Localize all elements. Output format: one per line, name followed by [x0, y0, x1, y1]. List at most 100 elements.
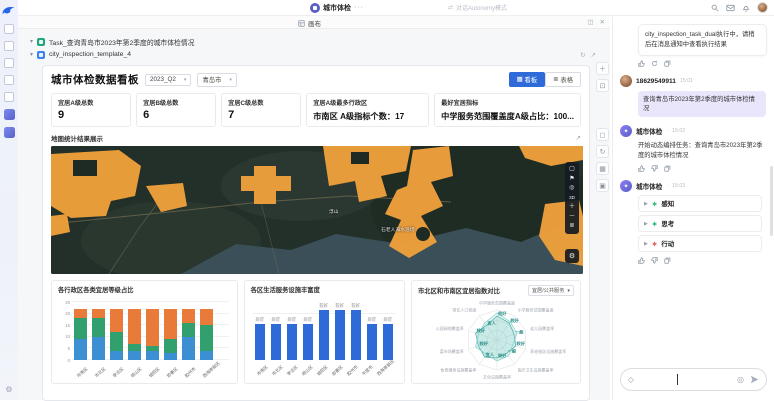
stat-value: 6 — [143, 109, 209, 121]
svg-text:菜市场覆盖率: 菜市场覆盖率 — [440, 348, 464, 354]
collapse-caret-icon[interactable]: ▾ — [30, 38, 33, 45]
expand-icon[interactable]: ↗ — [591, 51, 596, 59]
thumbs-up-icon[interactable] — [638, 257, 645, 264]
bot-badge-icon: ◦ — [666, 128, 668, 134]
chat-panel: city_inspection_task_dual执行中，请稍后在消息通知中查看… — [612, 16, 774, 400]
regenerate-icon[interactable] — [651, 60, 658, 67]
user-name: 18629549911 — [636, 78, 676, 85]
search-icon[interactable] — [711, 4, 719, 12]
split-view-icon[interactable]: ◫ — [587, 18, 593, 26]
svg-text:常住人口密度: 常住人口密度 — [452, 307, 476, 313]
send-icon[interactable] — [750, 375, 759, 384]
deep-think-icon[interactable]: ◎ — [737, 375, 744, 384]
map-expand-icon[interactable]: ↗ — [576, 134, 581, 142]
pinned-app-icon-2[interactable] — [4, 127, 15, 138]
thumbs-down-icon[interactable] — [651, 165, 658, 172]
canvas-icon — [298, 20, 305, 27]
pinned-app-icon-1[interactable] — [4, 109, 15, 120]
mail-icon[interactable] — [726, 4, 735, 12]
tab-canvas[interactable]: 画布 — [298, 18, 321, 28]
step-act[interactable]: ▶ ∗ 行动 — [638, 235, 762, 252]
map-place-label: 浮山 — [329, 208, 339, 215]
dashboard-title: 城市体检数据看板 — [51, 72, 139, 87]
chat-input[interactable]: ◇ ◎ — [620, 368, 767, 391]
svg-text:一般: 一般 — [515, 328, 524, 335]
tab-bar-actions: ◫ ✕ — [587, 18, 605, 26]
layers-icon[interactable]: ≣ — [569, 223, 574, 230]
board-view-button[interactable]: ▦ 看板 — [509, 72, 546, 87]
radar-filter-value: 宜居/公共服务 — [532, 287, 565, 294]
swap-icon: ⇄ — [448, 4, 453, 11]
canvas-fit-button[interactable]: ⊡ — [596, 79, 609, 92]
refresh-icon[interactable]: ↻ — [596, 145, 609, 158]
bell-icon[interactable] — [742, 4, 750, 12]
thumbs-up-icon[interactable] — [638, 60, 645, 67]
city-select[interactable]: 青岛市 ▾ — [197, 73, 236, 87]
3d-toggle-icon[interactable]: 3D — [569, 195, 575, 202]
radar-filter-select[interactable]: 宜居/公共服务 ▾ — [528, 285, 574, 296]
sparkle-icon: ∗ — [652, 240, 657, 248]
period-select[interactable]: 2023_Q2 ▾ — [145, 74, 191, 86]
template-icon — [37, 51, 45, 59]
stat-label: 宜居B级总数 — [143, 98, 209, 107]
stacked-bar-chart-panel: 各行政区各类宜居等级占比 0510152025 市南区市北区李沧区崂山区城阳区即… — [51, 280, 238, 384]
bar-plot: 尚可尚可尚可尚可较好较好较好尚可尚可 — [251, 302, 398, 360]
fullscreen-icon[interactable]: ▢ — [569, 166, 575, 173]
attachment-icon[interactable]: ◇ — [628, 375, 634, 384]
header-actions — [711, 2, 768, 13]
task-tree-row[interactable]: ▾ Task_查询青岛市2023年第2季度的城市体检情况 — [30, 35, 600, 48]
canvas-zoom-in-button[interactable]: ＋ — [596, 62, 609, 75]
user-avatar[interactable] — [757, 2, 768, 13]
board-icon: ▦ — [517, 76, 523, 83]
copy-icon[interactable] — [664, 165, 671, 172]
satellite-map — [51, 146, 583, 274]
sidebar-item-agents-icon[interactable] — [4, 41, 14, 51]
sidebar-item-knowledge-icon[interactable] — [4, 58, 14, 68]
collapse-caret-icon[interactable]: ▾ — [30, 51, 33, 58]
app-title-group: 城市体检 ··· — [310, 3, 364, 13]
period-value: 2023_Q2 — [150, 76, 176, 83]
mode-switch[interactable]: ⇄ 对话Autonomy模式 — [448, 3, 507, 12]
user-message-bubble: 查询青岛市2023年第2季度的城市体检情况 — [638, 91, 766, 117]
svg-text:一般: 一般 — [508, 347, 517, 354]
x-axis-labels: 市南区市北区李沧区崂山区城阳区即墨区胶州市西海岸新区 — [74, 362, 231, 378]
bot-message-header: ✦ 城市体检 ◦ 15:03 — [620, 180, 767, 192]
table-icon: ≣ — [553, 76, 558, 83]
simulator-icon[interactable]: ▣ — [596, 179, 609, 192]
stat-value: 市南区 A级指标个数：17 — [313, 110, 422, 122]
sidebar-item-home-icon[interactable] — [4, 24, 14, 34]
table-view-button[interactable]: ≣ 表格 — [545, 72, 581, 87]
locate-icon[interactable]: ◎ — [569, 185, 574, 192]
canvas-view-icon[interactable]: ▦ — [596, 162, 609, 175]
zoom-out-icon[interactable]: － — [569, 214, 575, 221]
thumbs-down-icon[interactable] — [651, 257, 658, 264]
chat-history-icon[interactable]: ◻ — [596, 128, 609, 141]
step-perceive[interactable]: ▶ ∗ 感知 — [638, 195, 762, 212]
stat-label: 宜居C级总数 — [228, 98, 294, 107]
sidebar-item-people-icon[interactable] — [4, 75, 14, 85]
stat-card: 宜居A级最多行政区 市南区 A级指标个数：17 — [306, 93, 429, 127]
sidebar-item-apps-icon[interactable] — [4, 92, 14, 102]
close-tab-icon[interactable]: ✕ — [600, 18, 605, 26]
canvas-area: ▾ Task_查询青岛市2023年第2季度的城市体检情况 ▾ city_insp… — [18, 29, 610, 400]
flag-marker-icon[interactable]: ⚑ — [569, 176, 575, 183]
copy-icon[interactable] — [664, 257, 671, 264]
more-menu-icon[interactable]: ··· — [354, 4, 364, 11]
chat-scrollbar[interactable] — [770, 166, 773, 236]
step-think[interactable]: ▶ ∗ 思考 — [638, 215, 762, 232]
map-canvas[interactable]: 浮山 石老人海水浴场 ▢ ⚑ ◎ 3D ＋ － ≣ ⚙ — [51, 146, 583, 274]
zoom-in-icon[interactable]: ＋ — [569, 204, 575, 211]
copy-icon[interactable] — [664, 60, 671, 67]
thumbs-up-icon[interactable] — [638, 165, 645, 172]
refresh-icon[interactable]: ↻ — [580, 51, 585, 59]
user-message-header: 18629549911 15:01 — [620, 75, 767, 87]
settings-gear-icon[interactable]: ⚙ — [5, 385, 12, 394]
svg-text:小学服务范围覆盖度: 小学服务范围覆盖度 — [518, 307, 554, 313]
stat-value: 9 — [58, 109, 124, 121]
template-tree-row[interactable]: ▾ city_inspection_template_4 ↻ ↗ — [30, 48, 600, 61]
stat-card: 宜居A级总数 9 — [51, 93, 131, 127]
map-section-title: 地图统计结果展示 — [51, 133, 103, 143]
message-actions — [638, 60, 767, 67]
message-time: 15:01 — [680, 78, 693, 84]
map-settings-icon[interactable]: ⚙ — [565, 249, 579, 263]
